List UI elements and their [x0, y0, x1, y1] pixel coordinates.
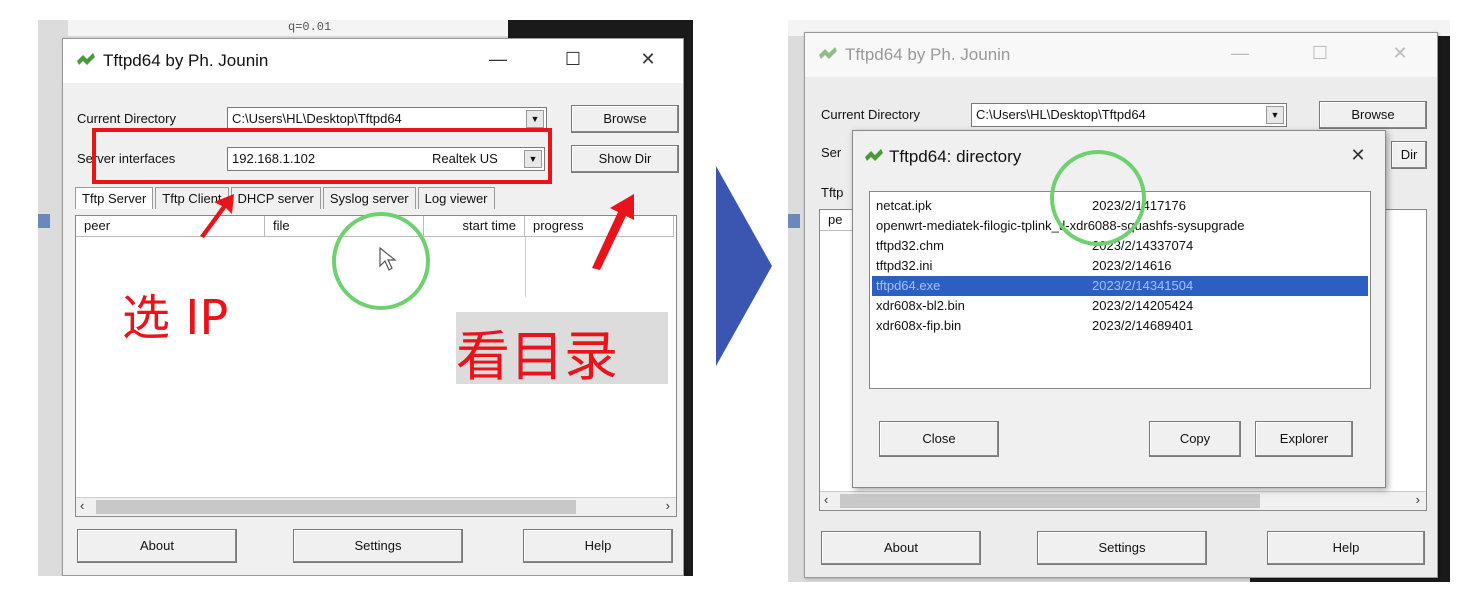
show-dir-button-partial[interactable]: Dir [1391, 141, 1427, 169]
dialog-title: Tftpd64: directory [889, 147, 1022, 166]
help-button[interactable]: Help [523, 529, 673, 563]
close-icon[interactable]: ✕ [1385, 43, 1415, 64]
settings-button[interactable]: Settings [293, 529, 463, 563]
horizontal-scrollbar[interactable]: ‹ › [76, 497, 676, 516]
current-directory-combo[interactable]: C:\Users\HL\Desktop\Tftpd64 ▼ [971, 103, 1287, 127]
chevron-down-icon[interactable]: ▼ [526, 110, 544, 128]
about-button[interactable]: About [821, 531, 981, 565]
tftpd-app-icon [77, 53, 95, 65]
minimize-icon[interactable]: — [483, 49, 513, 70]
red-arrow-icon [592, 194, 634, 270]
explorer-button[interactable]: Explorer [1255, 421, 1353, 457]
file-name: netcat.ipk [876, 198, 932, 213]
file-name: xdr608x-bl2.bin [876, 298, 965, 313]
annotation-select-ip: 选 IP [122, 290, 229, 346]
file-info: 2023/2/14205424 [1092, 298, 1194, 313]
file-name: tftpd32.chm [876, 238, 944, 253]
current-directory-label: Current Directory [821, 107, 920, 122]
dialog-close-icon[interactable]: ✕ [1343, 145, 1373, 166]
mouse-cursor-icon [379, 246, 397, 271]
code-snippet: q=0.01 [288, 20, 332, 34]
close-icon[interactable]: ✕ [633, 49, 663, 70]
scrollbar-thumb[interactable] [840, 494, 1260, 508]
help-button[interactable]: Help [1267, 531, 1425, 565]
title-bar: Tftpd64 by Ph. Jounin — ☐ ✕ [805, 33, 1437, 77]
file-name: tftpd64.exe [876, 278, 941, 293]
maximize-icon[interactable]: ☐ [558, 49, 588, 70]
tab-syslog-server[interactable]: Syslog server [322, 187, 416, 209]
file-info: 2023/2/14341504 [1092, 278, 1194, 293]
title-bar: Tftpd64 by Ph. Jounin — ☐ ✕ [63, 39, 683, 83]
server-interfaces-highlight-box [92, 128, 552, 184]
scrollbar-thumb[interactable] [96, 500, 576, 514]
show-dir-button[interactable]: Show Dir [571, 145, 679, 173]
window-title: Tftpd64 by Ph. Jounin [845, 45, 1011, 64]
copy-button[interactable]: Copy [1149, 421, 1241, 457]
cursor-highlight-circle [1050, 150, 1146, 246]
close-button[interactable]: Close [879, 421, 999, 457]
tab-log-viewer[interactable]: Log viewer [417, 187, 495, 209]
tab-dhcp-server[interactable]: DHCP server [230, 187, 321, 209]
right-screenshot: Tftpd64 by Ph. Jounin — ☐ ✕ Current Dire… [788, 20, 1450, 582]
column-header-start-time[interactable]: start time [424, 216, 525, 237]
scroll-left-icon[interactable]: ‹ [80, 498, 84, 513]
tab-tftp-server[interactable]: Tftp Server [75, 187, 154, 209]
background-edge-mark [38, 214, 50, 228]
file-info: 2023/2/14689401 [1092, 318, 1194, 333]
horizontal-scrollbar[interactable]: ‹ › [820, 491, 1426, 510]
left-screenshot: q=0.01 Tftpd64 by Ph. Jounin — ☐ ✕ Curre… [38, 20, 693, 576]
browse-button[interactable]: Browse [1319, 101, 1427, 129]
current-directory-value: C:\Users\HL\Desktop\Tftpd64 [232, 111, 402, 126]
annotation-view-directory: 看目录 [456, 312, 668, 388]
red-arrow-icon [200, 194, 234, 238]
file-name: tftpd32.ini [876, 258, 933, 273]
file-name: xdr608x-fip.bin [876, 318, 962, 333]
annotation-view-directory-text: 看目录 [456, 325, 618, 388]
tftpd-app-icon [865, 149, 883, 161]
scroll-right-icon[interactable]: › [666, 498, 670, 513]
file-row[interactable]: tftpd64.exe 2023/2/14341504 [872, 276, 1368, 296]
window-title: Tftpd64 by Ph. Jounin [103, 51, 269, 70]
chevron-down-icon[interactable]: ▼ [1266, 106, 1284, 124]
current-directory-value: C:\Users\HL\Desktop\Tftpd64 [976, 107, 1146, 122]
current-directory-label: Current Directory [77, 111, 176, 126]
transition-arrow-icon [716, 166, 772, 366]
scroll-left-icon[interactable]: ‹ [824, 492, 828, 507]
maximize-icon[interactable]: ☐ [1305, 43, 1335, 64]
scroll-right-icon[interactable]: › [1416, 492, 1420, 507]
settings-button[interactable]: Settings [1037, 531, 1207, 565]
background-edge-mark [788, 214, 800, 228]
file-info: 2023/2/14616 [1092, 258, 1172, 273]
tftpd-app-icon [819, 47, 837, 59]
column-divider [525, 237, 526, 297]
about-button[interactable]: About [77, 529, 237, 563]
server-interfaces-label-partial: Ser [821, 145, 842, 160]
file-row[interactable]: xdr608x-fip.bin 2023/2/14689401 [872, 316, 1368, 336]
tab-bar: Tftp Server Tftp Client DHCP server Sysl… [75, 187, 497, 209]
file-row[interactable]: tftpd32.ini 2023/2/14616 [872, 256, 1368, 276]
tab-partial: Tftp [821, 185, 844, 200]
browse-button[interactable]: Browse [571, 105, 679, 133]
minimize-icon[interactable]: — [1225, 43, 1255, 64]
file-row[interactable]: xdr608x-bl2.bin 2023/2/14205424 [872, 296, 1368, 316]
